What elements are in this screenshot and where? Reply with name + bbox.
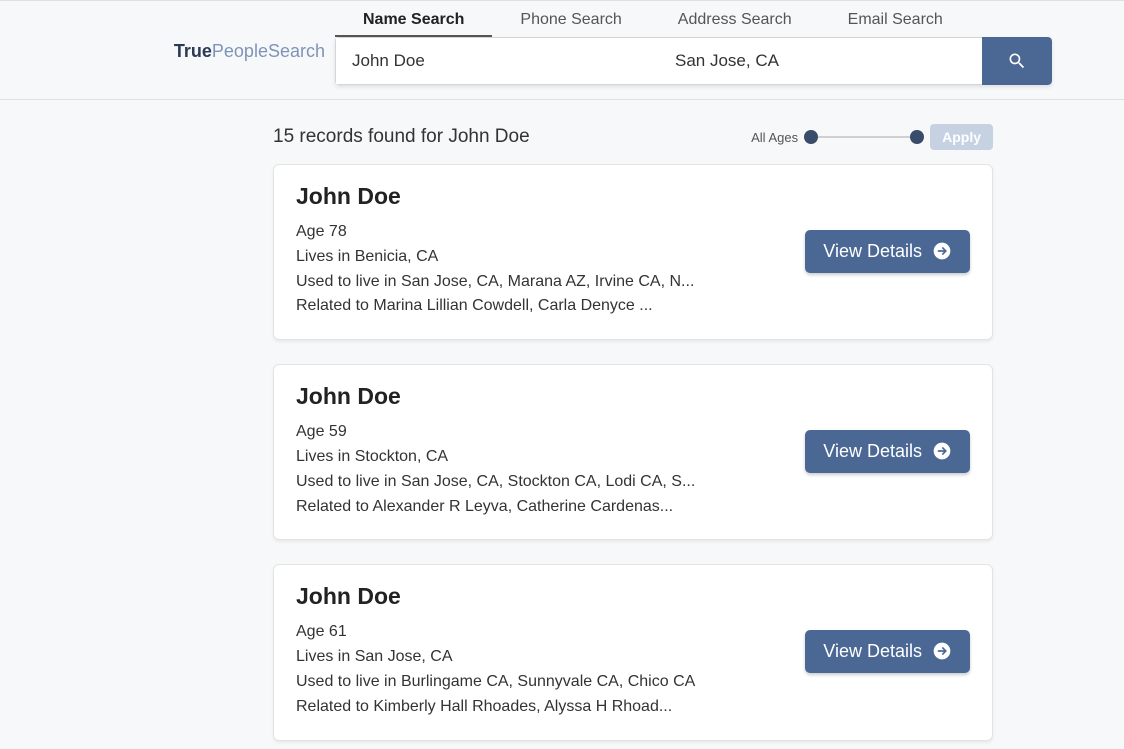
result-used-to: Used to live in Burlingame CA, Sunnyvale… (296, 670, 716, 695)
results-count: 15 records found for John Doe (273, 126, 530, 148)
result-name: John Doe (296, 583, 805, 610)
result-card: John Doe Age 78 Lives in Benicia, CA Use… (273, 164, 993, 340)
arrow-right-icon (932, 441, 952, 461)
header: TruePeopleSearch Name Search Phone Searc… (0, 0, 1124, 100)
result-lives: Lives in Stockton, CA (296, 445, 716, 470)
view-details-button[interactable]: View Details (805, 630, 970, 673)
apply-button[interactable]: Apply (930, 124, 993, 150)
result-age: Age 61 (296, 620, 716, 645)
search-icon (1007, 51, 1027, 71)
result-card: John Doe Age 59 Lives in Stockton, CA Us… (273, 364, 993, 540)
view-details-label: View Details (823, 641, 922, 662)
tab-phone-search[interactable]: Phone Search (492, 5, 649, 37)
age-filter-label: All Ages (751, 130, 798, 145)
name-input[interactable] (335, 37, 659, 85)
location-input[interactable] (659, 37, 982, 85)
result-age: Age 78 (296, 220, 716, 245)
results-area: 15 records found for John Doe All Ages A… (273, 124, 993, 741)
arrow-right-icon (932, 241, 952, 261)
result-related: Related to Alexander R Leyva, Catherine … (296, 495, 716, 520)
view-details-label: View Details (823, 441, 922, 462)
brand-part2: PeopleSearch (212, 41, 325, 61)
slider-track (811, 136, 917, 138)
view-details-label: View Details (823, 241, 922, 262)
search-button[interactable] (982, 37, 1052, 85)
brand-logo[interactable]: TruePeopleSearch (62, 1, 335, 62)
view-details-button[interactable]: View Details (805, 430, 970, 473)
result-used-to: Used to live in San Jose, CA, Stockton C… (296, 470, 716, 495)
age-filter: All Ages Apply (751, 124, 993, 150)
result-lives: Lives in San Jose, CA (296, 645, 716, 670)
result-age: Age 59 (296, 420, 716, 445)
view-details-button[interactable]: View Details (805, 230, 970, 273)
tab-name-search[interactable]: Name Search (335, 5, 492, 37)
slider-handle-min[interactable] (804, 130, 818, 144)
result-related: Related to Marina Lillian Cowdell, Carla… (296, 294, 716, 319)
age-slider[interactable] (804, 130, 924, 144)
search-bar (335, 37, 1052, 85)
brand-part1: True (174, 41, 212, 61)
tab-email-search[interactable]: Email Search (820, 5, 971, 37)
result-name: John Doe (296, 183, 805, 210)
arrow-right-icon (932, 641, 952, 661)
result-name: John Doe (296, 383, 805, 410)
search-tabs: Name Search Phone Search Address Search … (335, 5, 1052, 37)
result-lives: Lives in Benicia, CA (296, 245, 716, 270)
result-related: Related to Kimberly Hall Rhoades, Alyssa… (296, 695, 716, 720)
result-used-to: Used to live in San Jose, CA, Marana AZ,… (296, 270, 716, 295)
result-card: John Doe Age 61 Lives in San Jose, CA Us… (273, 564, 993, 740)
tab-address-search[interactable]: Address Search (650, 5, 820, 37)
slider-handle-max[interactable] (910, 130, 924, 144)
